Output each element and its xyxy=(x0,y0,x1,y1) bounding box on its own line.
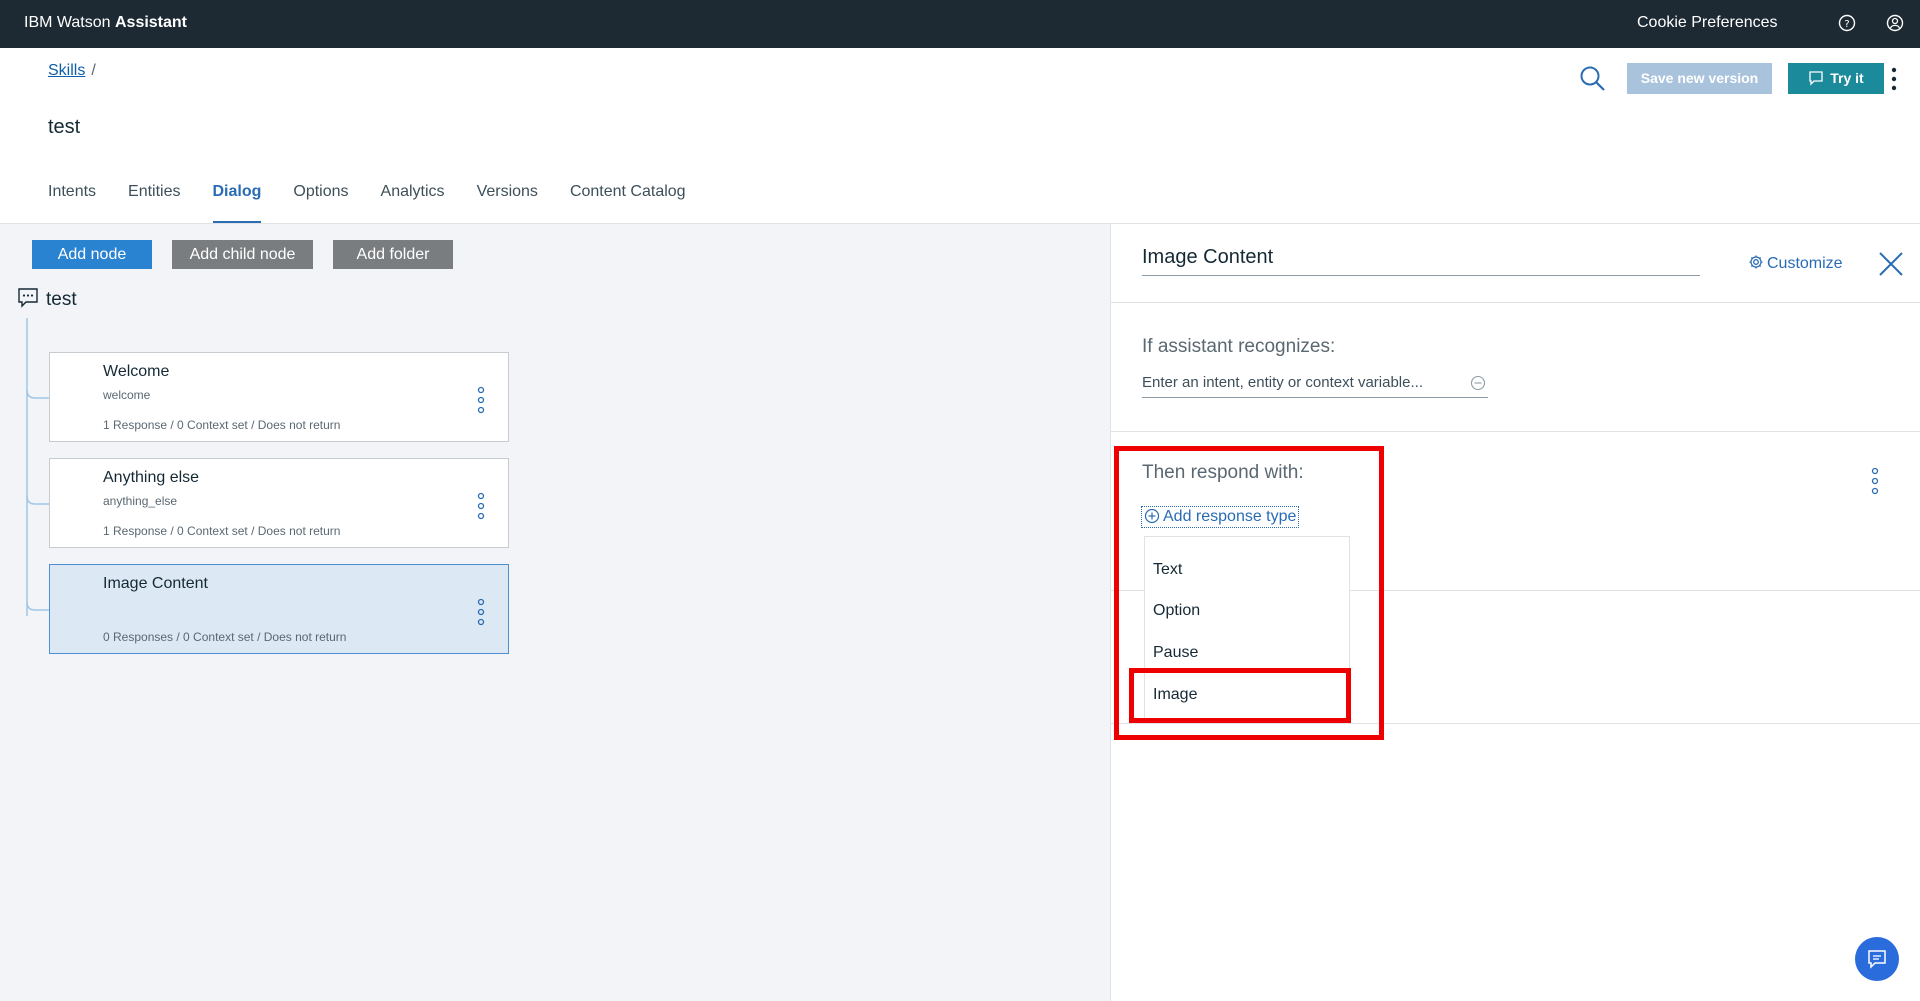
root-label: test xyxy=(46,289,77,310)
close-icon[interactable] xyxy=(1878,251,1904,277)
breadcrumb-separator: / xyxy=(91,62,96,79)
dialog-node-image-content[interactable]: Image Content 0 Responses / 0 Context se… xyxy=(49,564,509,654)
node-title: Welcome xyxy=(103,363,170,380)
highlight-box-image-option xyxy=(1129,668,1351,723)
cookie-preferences-link[interactable]: Cookie Preferences xyxy=(1637,14,1778,32)
chat-icon xyxy=(1809,71,1823,86)
node-id: welcome xyxy=(103,388,151,402)
node-menu-icon[interactable] xyxy=(476,492,486,520)
save-new-version-button[interactable]: Save new version xyxy=(1627,63,1772,94)
brand-text: IBM Watson xyxy=(24,14,115,31)
node-menu-icon[interactable] xyxy=(476,598,486,626)
help-icon[interactable]: ? xyxy=(1836,12,1858,34)
condition-input[interactable]: Enter an intent, entity or context varia… xyxy=(1142,374,1488,398)
node-meta: 1 Response / 0 Context set / Does not re… xyxy=(103,418,341,432)
search-icon[interactable] xyxy=(1578,64,1606,92)
node-menu-icon[interactable] xyxy=(476,386,486,414)
dialog-node-welcome[interactable]: Welcome welcome 1 Response / 0 Context s… xyxy=(49,352,509,442)
skill-tabs: Intents Entities Dialog Options Analytic… xyxy=(48,180,718,224)
breadcrumb-skills-link[interactable]: Skills xyxy=(48,62,85,79)
overflow-menu-icon[interactable] xyxy=(1888,64,1900,94)
brand-logo[interactable]: IBM Watson Assistant xyxy=(24,14,187,32)
tree-connector xyxy=(26,318,50,616)
node-title: Anything else xyxy=(103,469,200,486)
node-meta: 1 Response / 0 Context set / Does not re… xyxy=(103,524,341,538)
tab-content-catalog[interactable]: Content Catalog xyxy=(570,180,686,224)
brand-product: Assistant xyxy=(114,14,188,31)
add-child-node-button[interactable]: Add child node xyxy=(172,240,313,269)
node-id: anything_else xyxy=(103,494,178,508)
skill-title: test xyxy=(48,116,81,138)
top-bar: IBM Watson Assistant Cookie Preferences … xyxy=(0,0,1920,48)
tab-versions[interactable]: Versions xyxy=(477,180,538,224)
panel-divider xyxy=(1110,302,1920,303)
breadcrumb: Skills / xyxy=(48,62,96,80)
chat-bubble-icon xyxy=(18,288,38,308)
add-folder-button[interactable]: Add folder xyxy=(333,240,453,269)
remove-condition-icon[interactable] xyxy=(1470,375,1486,391)
response-menu-icon[interactable] xyxy=(1870,467,1880,495)
node-title: Image Content xyxy=(103,575,208,592)
tab-analytics[interactable]: Analytics xyxy=(381,180,445,224)
add-node-button[interactable]: Add node xyxy=(32,240,152,269)
try-it-label: Try it xyxy=(1830,70,1864,86)
user-icon[interactable] xyxy=(1884,12,1906,34)
tab-options[interactable]: Options xyxy=(293,180,348,224)
dialog-node-anything-else[interactable]: Anything else anything_else 1 Response /… xyxy=(49,458,509,548)
tab-entities[interactable]: Entities xyxy=(128,180,180,224)
tab-intents[interactable]: Intents xyxy=(48,180,96,224)
help-chat-button[interactable] xyxy=(1855,937,1899,981)
node-meta: 0 Responses / 0 Context set / Does not r… xyxy=(103,630,347,644)
customize-link[interactable]: Customize xyxy=(1748,254,1843,273)
chat-icon xyxy=(1868,950,1886,969)
gear-icon xyxy=(1749,255,1763,269)
node-name-input[interactable]: Image Content xyxy=(1142,246,1700,276)
tab-dialog[interactable]: Dialog xyxy=(212,180,261,224)
svg-text:?: ? xyxy=(1844,19,1849,30)
condition-label: If assistant recognizes: xyxy=(1142,336,1336,357)
customize-label: Customize xyxy=(1767,255,1843,272)
dialog-root[interactable]: test xyxy=(16,286,77,311)
panel-divider xyxy=(1110,431,1920,432)
try-it-button[interactable]: Try it xyxy=(1788,63,1884,94)
